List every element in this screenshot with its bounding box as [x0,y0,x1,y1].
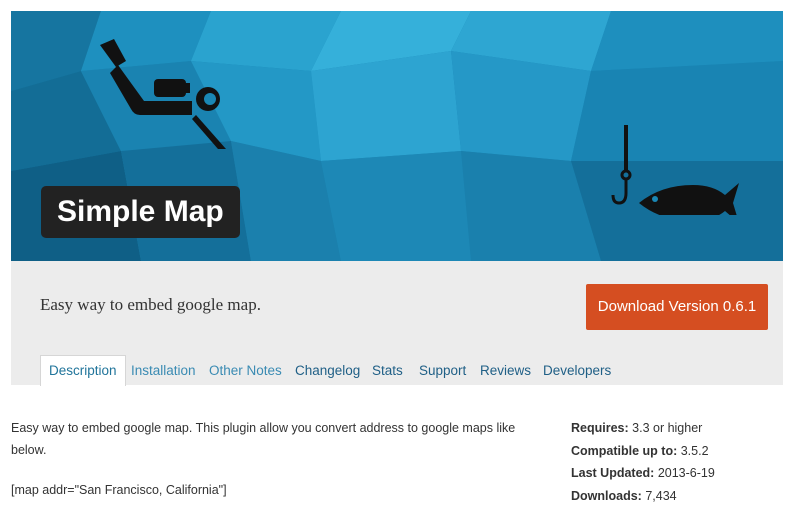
meta-value: 3.5.2 [680,443,709,458]
tab-developers[interactable]: Developers [543,356,611,385]
tab-other-notes[interactable]: Other Notes [209,356,282,385]
tab-installation[interactable]: Installation [131,356,196,385]
meta-label: Requires: [571,421,629,435]
tab-reviews[interactable]: Reviews [480,356,531,385]
meta-compatible: Compatible up to: 3.5.2 [571,440,715,463]
meta-label: Downloads: [571,488,642,503]
tab-stats[interactable]: Stats [372,356,403,385]
meta-requires: Requires: 3.3 or higher [571,417,715,440]
meta-value: 7,434 [645,488,677,503]
plugin-header: Easy way to embed google map. Download V… [11,261,783,386]
plugin-banner: Simple Map [11,11,783,261]
plugin-description: Easy way to embed google map. This plugi… [11,421,516,457]
scuba-diver-icon [100,39,226,149]
plugin-tagline: Easy way to embed google map. [40,295,261,314]
tab-description[interactable]: Description [40,355,126,386]
meta-value: 3.3 or higher [632,421,703,435]
fish-hook-icon [611,125,739,215]
fish-icon [639,183,739,215]
tab-changelog[interactable]: Changelog [295,356,360,385]
meta-value: 2013-6-19 [657,466,715,480]
meta-label: Compatible up to: [571,443,678,458]
meta-downloads: Downloads: 7,434 [571,485,715,508]
plugin-title: Simple Map [41,186,240,238]
meta-last-updated: Last Updated: 2013-6-19 [571,462,715,485]
tab-support[interactable]: Support [419,356,466,385]
shortcode-example: [map addr="San Francisco, California"] [11,483,227,497]
plugin-meta: Requires: 3.3 or higher Compatible up to… [571,417,715,507]
meta-label: Last Updated: [571,466,655,480]
download-button[interactable]: Download Version 0.6.1 [586,284,768,330]
